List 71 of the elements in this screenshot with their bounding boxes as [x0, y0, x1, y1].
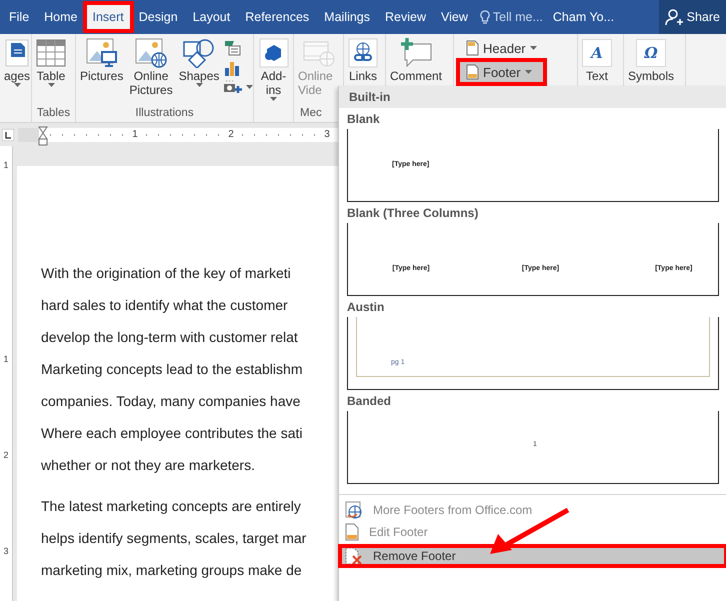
- ribbon-tab[interactable]: Insert: [86, 4, 131, 30]
- ribbon-button[interactable]: Ω Symbols: [626, 38, 676, 122]
- group-label: Tables: [36, 107, 72, 121]
- ribbon-button[interactable]: ages: [2, 38, 31, 122]
- ribbon-button[interactable]: Online Pictures: [127, 38, 175, 107]
- ribbon-tab[interactable]: Review: [378, 4, 434, 30]
- text-line: The latest marketing concepts are entirely: [41, 497, 301, 516]
- gallery-title: Blank: [346, 111, 381, 128]
- person-icon: [664, 8, 683, 26]
- lightbulb-icon: [480, 10, 490, 24]
- gallery-title: Blank (Three Columns): [346, 205, 480, 222]
- text-line: With the origination of the key of marketi: [41, 264, 291, 283]
- header-button[interactable]: Header: [460, 38, 543, 58]
- footer-icon: [345, 523, 359, 541]
- group-label: Mec: [299, 107, 323, 121]
- ribbon-tab[interactable]: Layout: [186, 4, 238, 30]
- text-line: whether or not they are marketers.: [41, 456, 255, 475]
- ribbon-tab[interactable]: References: [238, 4, 316, 30]
- ruler-number: 2: [3, 449, 8, 460]
- ribbon-tab[interactable]: Mailings: [317, 4, 378, 30]
- shapes-icon: [183, 38, 216, 68]
- picture-icon: [86, 38, 118, 68]
- menu-header: Built-in: [349, 90, 390, 104]
- table-icon: [36, 39, 66, 67]
- footer-icon: [466, 64, 479, 80]
- text-line: develop the long-term with customer relat: [41, 328, 298, 347]
- ribbon-button[interactable]: Pictures: [78, 38, 126, 107]
- ribbon-tab[interactable]: View: [434, 4, 475, 30]
- screenshot-icon[interactable]: [223, 80, 244, 94]
- tell-me-field[interactable]: Tell me...: [480, 10, 543, 24]
- ribbon-button[interactable]: Table: [34, 38, 68, 107]
- ribbon-button[interactable]: A Text: [580, 38, 614, 122]
- page-icon: [5, 39, 30, 67]
- header-icon: [466, 40, 479, 56]
- ribbon-tab[interactable]: Design: [132, 4, 185, 30]
- group-label: Illustrations: [134, 107, 195, 121]
- text-line: companies. Today, many companies have: [41, 392, 300, 411]
- store-icon: [258, 38, 288, 68]
- text-line: Marketing concepts lead to the establishm: [41, 360, 302, 379]
- ruler-number: 3: [324, 129, 330, 140]
- footer-button[interactable]: Footer: [460, 62, 543, 82]
- text-line: helps identify segments, scales, target mar: [41, 529, 306, 548]
- ribbon-tab[interactable]: File: [2, 4, 36, 30]
- gallery-title: Austin: [346, 299, 386, 316]
- text-line: hard sales to identify what the customer: [41, 296, 288, 315]
- symbol-icon: A: [582, 39, 612, 67]
- ruler-number: 1: [3, 159, 8, 170]
- online-picture-icon: [135, 38, 168, 68]
- gallery-title: Banded: [346, 393, 392, 410]
- share-button[interactable]: Share: [658, 0, 726, 34]
- smartart-icon[interactable]: [223, 40, 242, 56]
- ruler-number: 2: [228, 129, 234, 140]
- globe-icon: [345, 501, 363, 519]
- comment-icon: [399, 38, 433, 68]
- text-line: Where each employee contributes the sati: [41, 424, 302, 443]
- chart-icon[interactable]: [223, 60, 242, 76]
- ribbon-button[interactable]: Add-ins: [256, 38, 291, 122]
- ribbon-tab[interactable]: Home: [37, 4, 84, 30]
- delete-footer-icon: [345, 547, 363, 565]
- ruler-number: 1: [3, 353, 8, 364]
- menu-item[interactable]: Remove Footer: [339, 545, 726, 567]
- user-name[interactable]: Cham Yo...: [552, 10, 614, 24]
- indent-marker-icon[interactable]: [38, 126, 48, 146]
- link-icon: [348, 38, 378, 68]
- tab-stop-icon[interactable]: [2, 128, 14, 140]
- ribbon-button[interactable]: Shapes: [176, 38, 222, 107]
- ruler-margin: [18, 128, 39, 142]
- ruler-number: 3: [3, 545, 8, 556]
- ruler-number: 1: [132, 129, 138, 140]
- symbol-icon: Ω: [636, 39, 666, 67]
- text-line: marketing mix, marketing groups make de: [41, 561, 302, 580]
